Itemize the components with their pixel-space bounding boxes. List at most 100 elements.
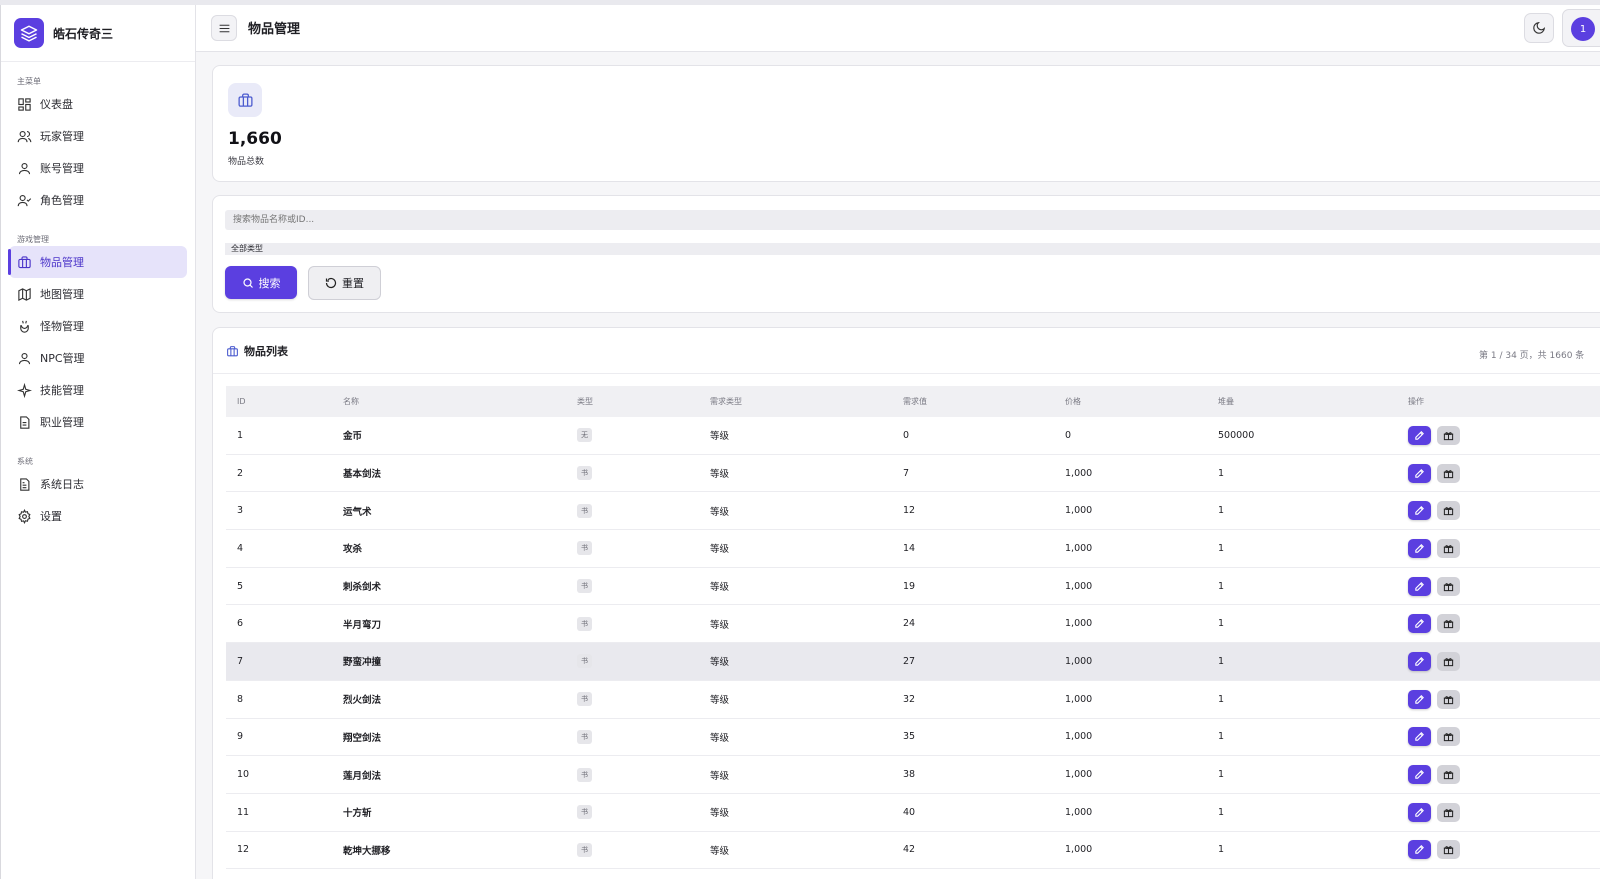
search-button[interactable]: 搜索 — [225, 266, 297, 299]
menu-toggle-button[interactable] — [211, 15, 237, 41]
cell-req-value: 7 — [903, 467, 910, 479]
edit-button[interactable] — [1408, 538, 1431, 558]
table-row[interactable]: 5 刺杀剑术 书 等级 19 1,000 1 — [226, 568, 1600, 606]
gift-button[interactable] — [1437, 614, 1460, 634]
sidebar-item-maps[interactable]: 地图管理 — [9, 278, 187, 310]
column-header[interactable]: 需求类型 — [699, 396, 892, 407]
edit-button[interactable] — [1408, 840, 1431, 860]
type-tag: 书 — [577, 541, 592, 556]
sidebar-item-logs[interactable]: 系统日志 — [9, 468, 187, 500]
stat-label: 物品总数 — [228, 157, 265, 167]
edit-icon — [1414, 543, 1425, 554]
sidebar-item-dashboard[interactable]: 仪表盘 — [9, 88, 187, 120]
cell-req-value: 40 — [903, 806, 916, 818]
edit-button[interactable] — [1408, 727, 1431, 747]
edit-button[interactable] — [1408, 501, 1431, 521]
table-row[interactable]: 9 翔空剑法 书 等级 35 1,000 1 — [226, 719, 1600, 757]
sidebar-item-label: 技能管理 — [40, 384, 84, 397]
gift-button[interactable] — [1437, 425, 1460, 445]
sidebar-item-label: 设置 — [40, 510, 62, 523]
page-title: 物品管理 — [248, 22, 301, 37]
table-row[interactable]: 2 基本剑法 书 等级 7 1,000 1 — [226, 455, 1600, 493]
gift-button[interactable] — [1437, 463, 1460, 483]
cell-req-value: 27 — [903, 655, 916, 667]
gift-button[interactable] — [1437, 689, 1460, 709]
column-header[interactable]: 名称 — [332, 396, 566, 407]
table-row[interactable]: 10 莲月剑法 书 等级 38 1,000 1 — [226, 756, 1600, 794]
edit-button[interactable] — [1408, 463, 1431, 483]
cell-actions — [1397, 538, 1597, 558]
sidebar-item-items[interactable]: 物品管理 — [8, 246, 187, 278]
brand[interactable]: 皓石传奇三 — [1, 5, 195, 62]
cell-id: 12 — [237, 844, 250, 856]
gift-button[interactable] — [1437, 538, 1460, 558]
sidebar-item-label: NPC管理 — [40, 352, 85, 365]
table-row[interactable]: 4 攻杀 书 等级 14 1,000 1 — [226, 530, 1600, 568]
cell-type: 书 — [566, 767, 699, 782]
cell-price: 1,000 — [1065, 505, 1093, 517]
column-header[interactable]: 类型 — [566, 396, 699, 407]
table-row[interactable]: 3 运气术 书 等级 12 1,000 1 — [226, 492, 1600, 531]
gift-button[interactable] — [1437, 501, 1460, 521]
cell-name: 刺杀剑术 — [343, 582, 382, 594]
search-input[interactable] — [225, 210, 1600, 230]
gift-button[interactable] — [1437, 727, 1460, 747]
edit-button[interactable] — [1408, 689, 1431, 709]
cell-req-value: 12 — [903, 505, 916, 517]
table-row[interactable]: 8 烈火剑法 书 等级 32 1,000 1 — [226, 681, 1600, 719]
edit-button[interactable] — [1408, 802, 1431, 822]
reset-button[interactable]: 重置 — [308, 266, 381, 300]
sidebar-item-players[interactable]: 玩家管理 — [9, 120, 187, 152]
cell-req-value: 24 — [903, 618, 916, 630]
edit-button[interactable] — [1408, 765, 1431, 785]
edit-button[interactable] — [1408, 651, 1431, 671]
table-row[interactable]: 6 半月弯刀 书 等级 24 1,000 1 — [226, 605, 1600, 644]
briefcase-icon — [228, 83, 262, 117]
type-select[interactable]: 全部类型 — [225, 243, 1600, 255]
cell-price: 1,000 — [1065, 618, 1093, 630]
table-row[interactable]: 7 野蛮冲撞 书 等级 27 1,000 1 — [226, 643, 1600, 681]
cell-req-type: 等级 — [710, 619, 730, 631]
cell-id: 6 — [237, 618, 244, 630]
list-title: 物品列表 — [226, 343, 288, 359]
sidebar-item-skills[interactable]: 技能管理 — [9, 374, 187, 406]
gift-icon — [1443, 505, 1454, 516]
sidebar-item-settings[interactable]: 设置 — [9, 500, 187, 532]
cell-id: 11 — [237, 806, 250, 818]
gift-button[interactable] — [1437, 802, 1460, 822]
gift-icon — [1443, 468, 1454, 479]
column-header[interactable]: 价格 — [1054, 396, 1207, 407]
sidebar-item-classes[interactable]: 职业管理 — [9, 406, 187, 438]
sidebar-item-accounts[interactable]: 账号管理 — [9, 152, 187, 184]
column-header[interactable]: 需求值 — [892, 396, 1054, 407]
gift-button[interactable] — [1437, 765, 1460, 785]
cell-actions — [1397, 840, 1597, 860]
edit-icon — [1414, 618, 1425, 629]
theme-toggle-button[interactable] — [1524, 13, 1554, 43]
edit-button[interactable] — [1408, 614, 1431, 634]
cell-name: 运气术 — [343, 506, 372, 518]
cell-type: 书 — [566, 541, 699, 556]
gift-button[interactable] — [1437, 651, 1460, 671]
type-tag: 无 — [577, 428, 592, 443]
table-row[interactable]: 11 十方斩 书 等级 40 1,000 1 — [226, 794, 1600, 832]
gift-button[interactable] — [1437, 576, 1460, 596]
column-header[interactable]: 堆叠 — [1207, 396, 1397, 407]
sidebar-item-label: 仪表盘 — [40, 98, 73, 111]
cell-stack: 1 — [1218, 655, 1225, 667]
gift-icon — [1443, 430, 1454, 441]
sidebar-item-npc[interactable]: NPC管理 — [9, 342, 187, 374]
column-header[interactable]: ID — [226, 397, 332, 406]
edit-button[interactable] — [1408, 425, 1431, 445]
cell-name: 乾坤大挪移 — [343, 845, 391, 857]
table-row[interactable]: 1 金币 无 等级 0 0 500000 — [226, 417, 1600, 455]
sidebar-item-monsters[interactable]: 怪物管理 — [9, 310, 187, 342]
table-row[interactable]: 12 乾坤大挪移 书 等级 42 1,000 1 — [226, 832, 1600, 870]
edit-button[interactable] — [1408, 576, 1431, 596]
gift-icon — [1443, 618, 1454, 629]
sidebar-item-roles[interactable]: 角色管理 — [9, 184, 187, 216]
user-menu-button[interactable]: 1 — [1562, 9, 1600, 47]
gift-button[interactable] — [1437, 840, 1460, 860]
cell-req-type: 等级 — [710, 469, 730, 481]
monster-icon — [20, 320, 29, 333]
